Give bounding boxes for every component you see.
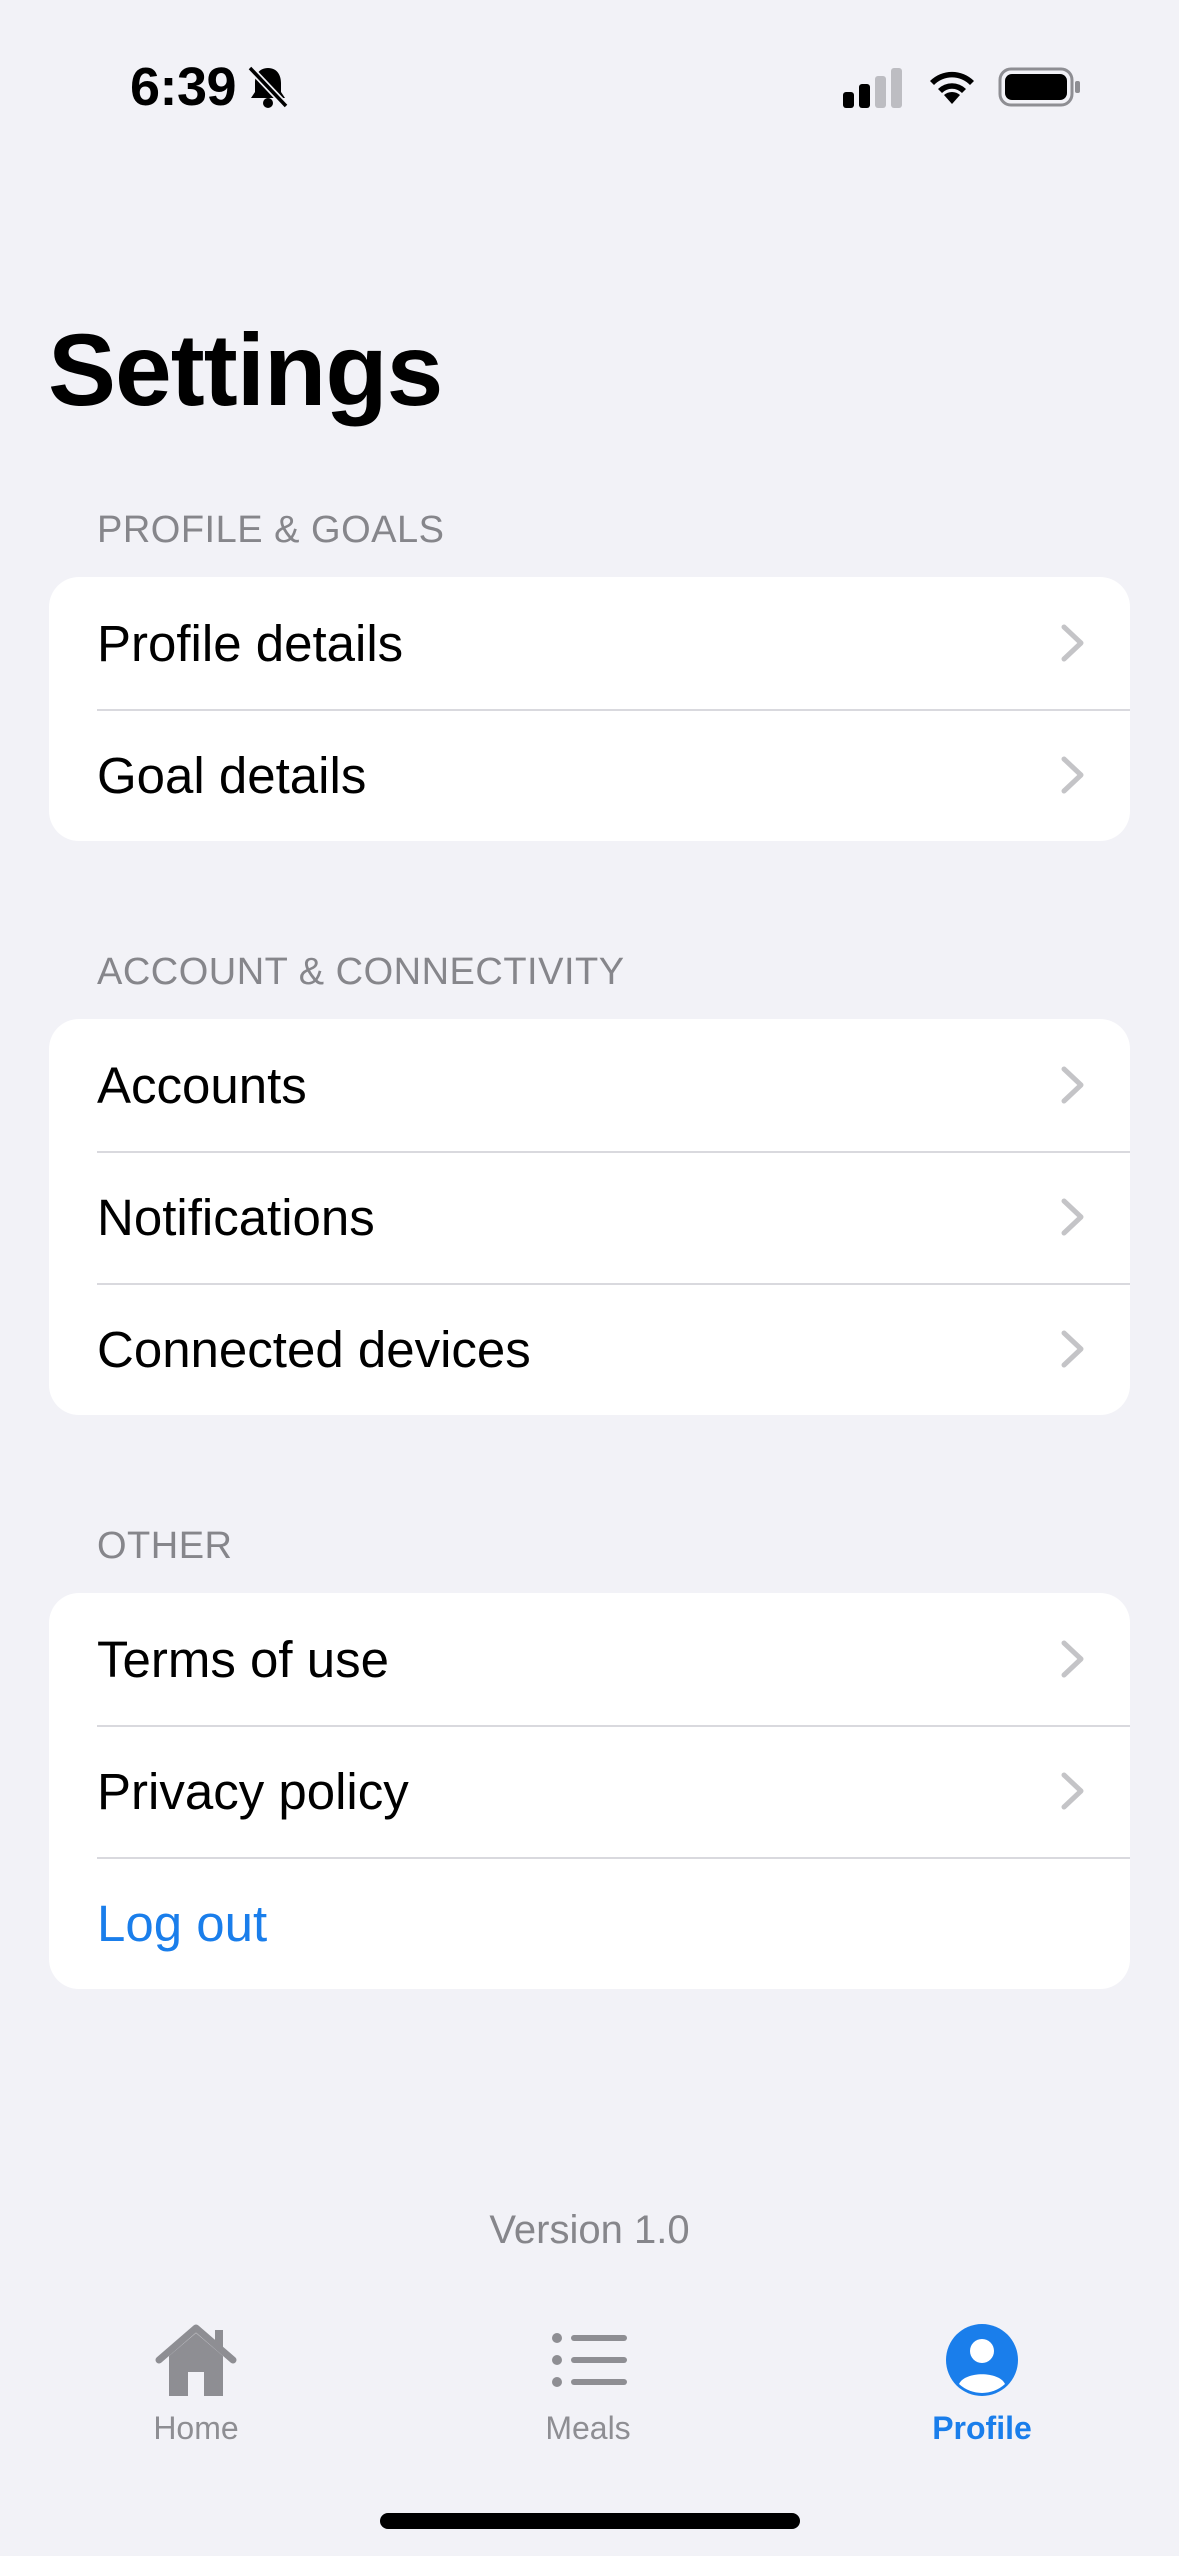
- chevron-right-icon: [1061, 1330, 1084, 1368]
- settings-row-notifications[interactable]: Notifications: [49, 1151, 1130, 1283]
- settings-group-profile-goals: Profile details Goal details: [49, 577, 1130, 841]
- settings-row-terms-of-use[interactable]: Terms of use: [49, 1593, 1130, 1725]
- chevron-right-icon: [1061, 624, 1084, 662]
- tab-meals[interactable]: Meals: [488, 2320, 688, 2470]
- bell-slash-icon: [247, 65, 289, 109]
- cellular-signal-icon: [843, 68, 902, 108]
- tab-label: Home: [153, 2410, 239, 2446]
- page-title: Settings: [48, 313, 443, 427]
- house-icon: [155, 2324, 237, 2396]
- tab-profile[interactable]: Profile: [882, 2320, 1082, 2470]
- tab-home[interactable]: Home: [96, 2320, 296, 2470]
- app-version: Version 1.0: [489, 2208, 690, 2252]
- home-indicator[interactable]: [380, 2513, 800, 2529]
- settings-screen: 6:39 Settings PROFILE & GOALS Profile de…: [0, 0, 1179, 2556]
- person-circle-icon: [946, 2324, 1018, 2396]
- log-out-button[interactable]: Log out: [49, 1857, 1130, 1989]
- status-bar: 6:39: [0, 0, 1179, 150]
- settings-row-connected-devices[interactable]: Connected devices: [49, 1283, 1130, 1415]
- settings-row-profile-details[interactable]: Profile details: [49, 577, 1130, 709]
- section-header-account-connectivity: ACCOUNT & CONNECTIVITY: [97, 951, 625, 993]
- chevron-right-icon: [1061, 1066, 1084, 1104]
- section-header-other: OTHER: [97, 1525, 233, 1567]
- row-label: Connected devices: [97, 1320, 531, 1378]
- section-header-profile-goals: PROFILE & GOALS: [97, 509, 445, 551]
- status-time-wrap: 6:39: [130, 56, 290, 118]
- settings-row-accounts[interactable]: Accounts: [49, 1019, 1130, 1151]
- chevron-right-icon: [1061, 1640, 1084, 1678]
- settings-group-other: Terms of use Privacy policy Log out: [49, 1593, 1130, 1989]
- row-label: Goal details: [97, 746, 367, 804]
- log-out-label: Log out: [97, 1894, 268, 1952]
- row-label: Profile details: [97, 614, 404, 672]
- battery-icon: [998, 67, 1080, 107]
- row-label: Accounts: [97, 1056, 307, 1114]
- chevron-right-icon: [1061, 756, 1084, 794]
- tab-label: Profile: [932, 2410, 1032, 2446]
- tab-label: Meals: [545, 2410, 631, 2446]
- status-time: 6:39: [130, 57, 237, 117]
- row-label: Notifications: [97, 1188, 375, 1246]
- list-icon: [552, 2333, 627, 2387]
- settings-row-goal-details[interactable]: Goal details: [49, 709, 1130, 841]
- row-label: Privacy policy: [97, 1762, 409, 1820]
- settings-group-account-connectivity: Accounts Notifications Connected devices: [49, 1019, 1130, 1415]
- wifi-icon: [930, 71, 974, 104]
- chevron-right-icon: [1061, 1198, 1084, 1236]
- chevron-right-icon: [1061, 1772, 1084, 1810]
- settings-row-privacy-policy[interactable]: Privacy policy: [49, 1725, 1130, 1857]
- row-label: Terms of use: [97, 1630, 389, 1688]
